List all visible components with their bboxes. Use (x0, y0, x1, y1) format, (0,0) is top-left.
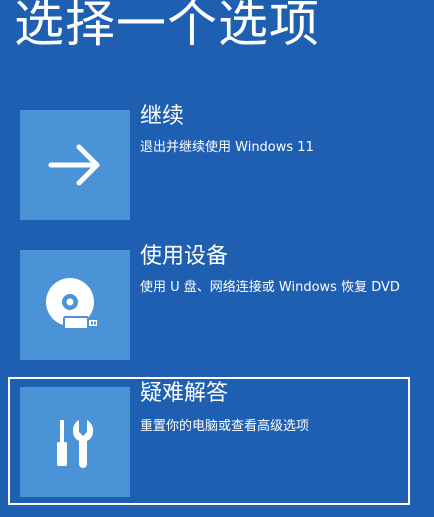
option-troubleshoot-title: 疑难解答 (140, 381, 229, 406)
tools-icon (57, 420, 94, 468)
option-use-device-title: 使用设备 (140, 244, 229, 269)
option-troubleshoot-tile[interactable] (20, 387, 130, 497)
option-continue[interactable]: 继续 退出并继续使用 Windows 11 (8, 100, 410, 228)
page-title: 选择一个选项 (14, 0, 320, 53)
option-continue-tile[interactable] (20, 110, 130, 220)
option-continue-description: 退出并继续使用 Windows 11 (140, 140, 314, 155)
option-troubleshoot-description: 重置你的电脑或查看高级选项 (140, 419, 310, 434)
disc-usb-icon (46, 278, 99, 330)
option-continue-title: 继续 (140, 104, 185, 129)
option-troubleshoot[interactable]: 疑难解答 重置你的电脑或查看高级选项 (8, 377, 410, 505)
option-use-device-description: 使用 U 盘、网络连接或 Windows 恢复 DVD (140, 280, 400, 295)
arrow-right-icon (48, 144, 100, 186)
option-use-device-tile[interactable] (20, 250, 130, 360)
recovery-options-screen: 选择一个选项 继续 退出并继续使用 Windows 11 使用设备 使用 U 盘… (0, 0, 434, 517)
option-use-device[interactable]: 使用设备 使用 U 盘、网络连接或 Windows 恢复 DVD (8, 240, 410, 368)
